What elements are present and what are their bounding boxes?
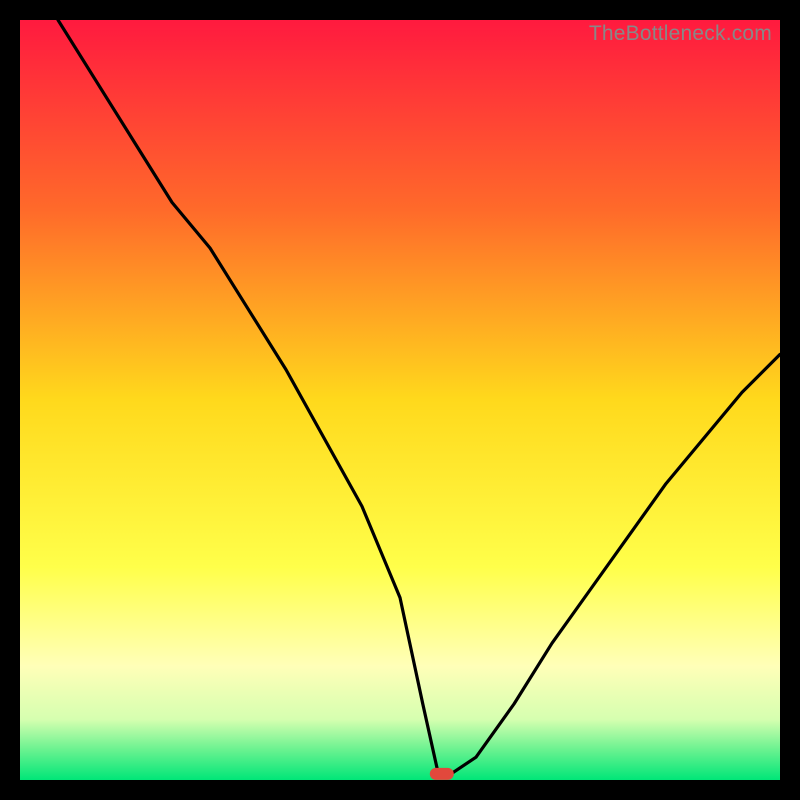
bottleneck-curve-path	[58, 20, 780, 772]
minimum-marker	[430, 768, 454, 780]
plot-area: TheBottleneck.com	[20, 20, 780, 780]
chart-svg	[20, 20, 780, 780]
chart-frame: TheBottleneck.com	[0, 0, 800, 800]
